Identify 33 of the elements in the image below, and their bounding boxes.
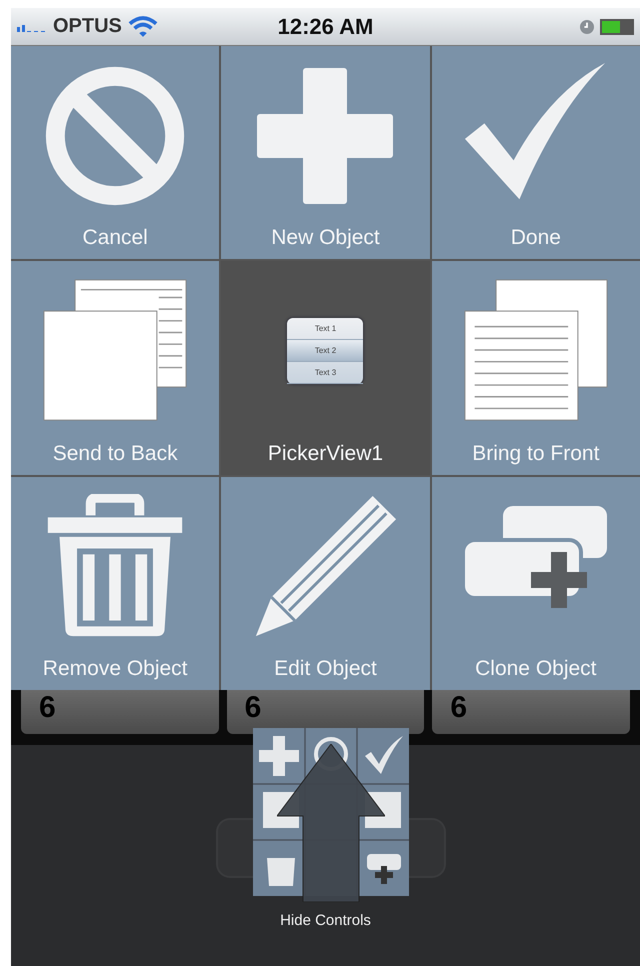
picker-row-text: Text 2 (287, 340, 364, 362)
tile-label: PickerView1 (268, 440, 384, 467)
toolbar-tile[interactable]: Cancel (11, 46, 220, 260)
hide-controls-label[interactable]: Hide Controls (280, 912, 371, 929)
wifi-icon (128, 16, 158, 37)
toolbar-tile[interactable]: Text 1 Text 2 Text 3 PickerView1 (221, 261, 430, 475)
picker-value[interactable]: 6 (450, 690, 468, 726)
tile-label: Edit Object (274, 656, 377, 682)
tile-label: Clone Object (475, 656, 597, 682)
picker-value[interactable]: 6 (39, 690, 56, 726)
picker-value[interactable]: 6 (244, 690, 262, 726)
faded-button-shape (409, 818, 446, 878)
clock-time: 12:26 AM (278, 14, 374, 40)
tile-label: Cancel (82, 225, 148, 252)
toolbar-tile[interactable]: Clone Object (432, 476, 640, 690)
toolbar-tile[interactable]: Bring to Front (432, 261, 640, 475)
alarm-clock-icon (580, 20, 594, 34)
tile-label: Remove Object (42, 656, 188, 682)
prohibited-icon (44, 65, 186, 207)
toolbar-tile[interactable]: New Object (221, 46, 430, 260)
toolbar-tile[interactable]: Edit Object (221, 476, 430, 690)
tile-label: Bring to Front (472, 440, 600, 467)
tile-label: Done (510, 225, 561, 252)
picker-row-text: Text 3 (287, 362, 364, 384)
toolbar-tile[interactable]: Done (432, 46, 640, 260)
toolbar-tile[interactable]: Remove Object (11, 476, 220, 690)
faded-button-shape (216, 818, 253, 878)
toolbar-tile[interactable]: Send to Back (11, 261, 220, 475)
tile-label: New Object (271, 225, 380, 252)
up-arrow-icon (277, 744, 385, 902)
tile-label: Send to Back (52, 440, 178, 467)
battery-icon (600, 18, 634, 34)
carrier-name: OPTUS (53, 15, 122, 38)
